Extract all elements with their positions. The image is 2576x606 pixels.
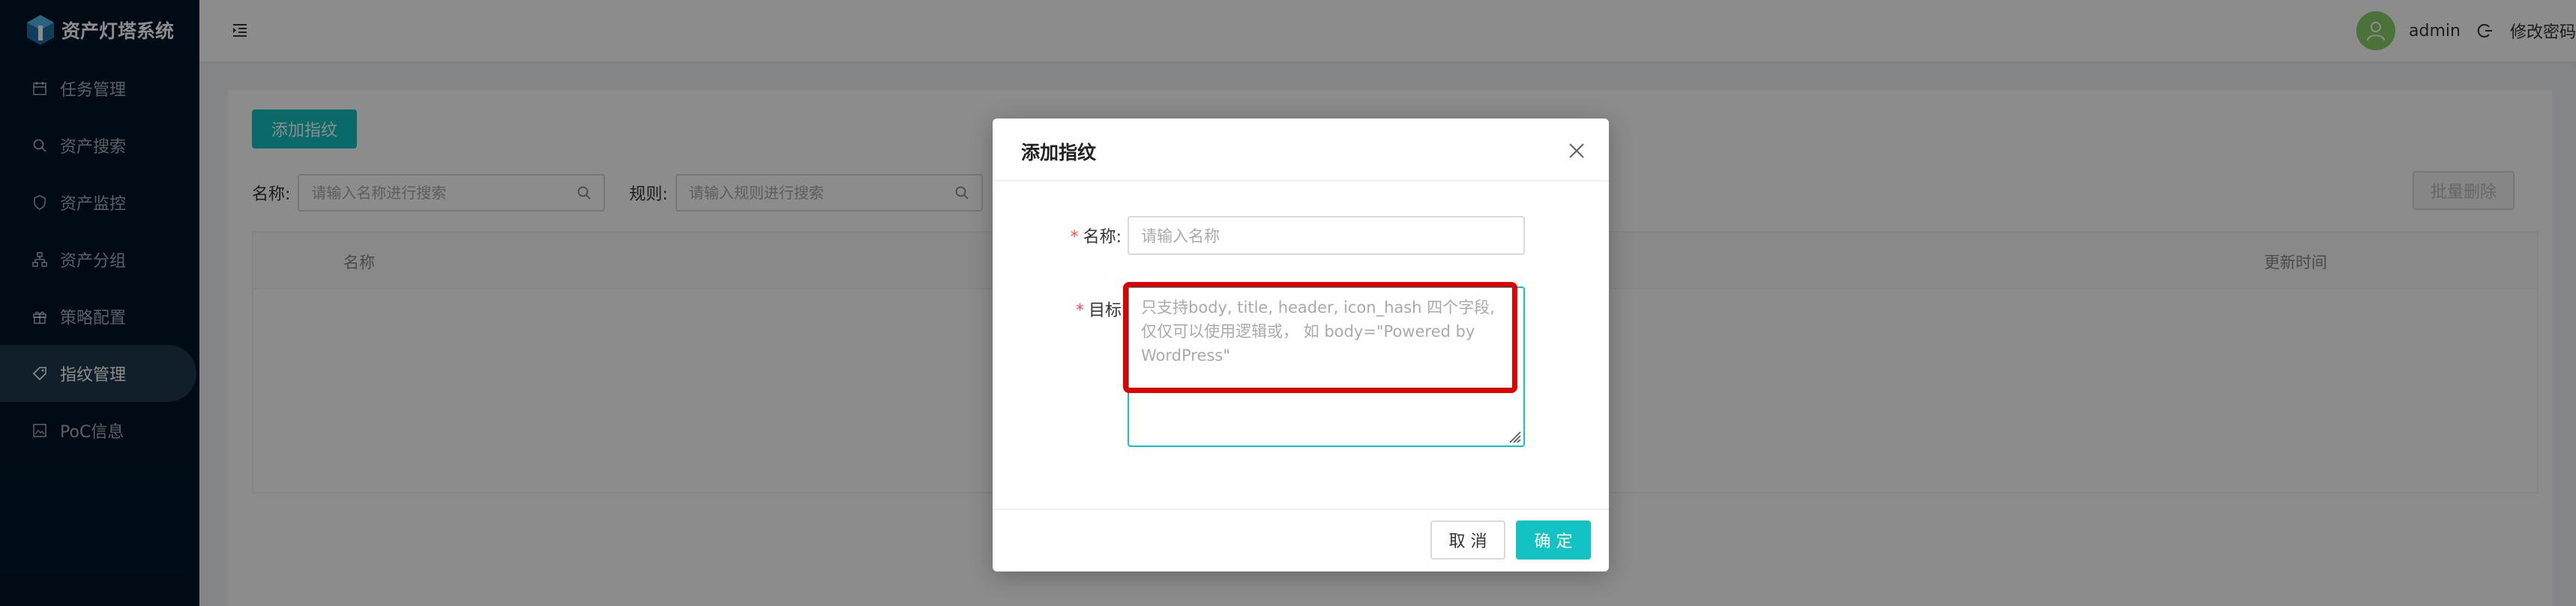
required-mark: * [1070,228,1079,247]
close-icon[interactable] [1567,141,1586,160]
modal-footer: 取 消 确 定 [993,508,1609,572]
target-label-text: 目标 [1088,302,1122,320]
target-placeholder: 只支持body, title, header, icon_hash 四个字段, … [1141,298,1495,364]
modal-title: 添加指纹 [1021,142,1097,164]
confirm-button[interactable]: 确 定 [1516,520,1591,560]
resize-handle-icon[interactable] [1505,428,1522,444]
name-field-label: * 名称: [1070,228,1122,247]
required-mark: * [1075,302,1084,320]
name-label-text: 名称 [1083,228,1116,247]
target-textarea[interactable]: 只支持body, title, header, icon_hash 四个字段, … [1128,286,1525,447]
modal-header: 添加指纹 [993,118,1609,182]
add-fingerprint-modal: 添加指纹 * 名称: 请输入名称 * 目标 只支持body, title, head… [993,118,1609,572]
cancel-button[interactable]: 取 消 [1430,520,1505,560]
target-field-label: * 目标 [993,286,1128,447]
name-field[interactable]: 请输入名称 [1128,216,1525,255]
form-row-name: * 名称: 请输入名称 [993,216,1525,255]
form-row-target: * 目标 只支持body, title, header, icon_hash 四个… [993,286,1525,447]
